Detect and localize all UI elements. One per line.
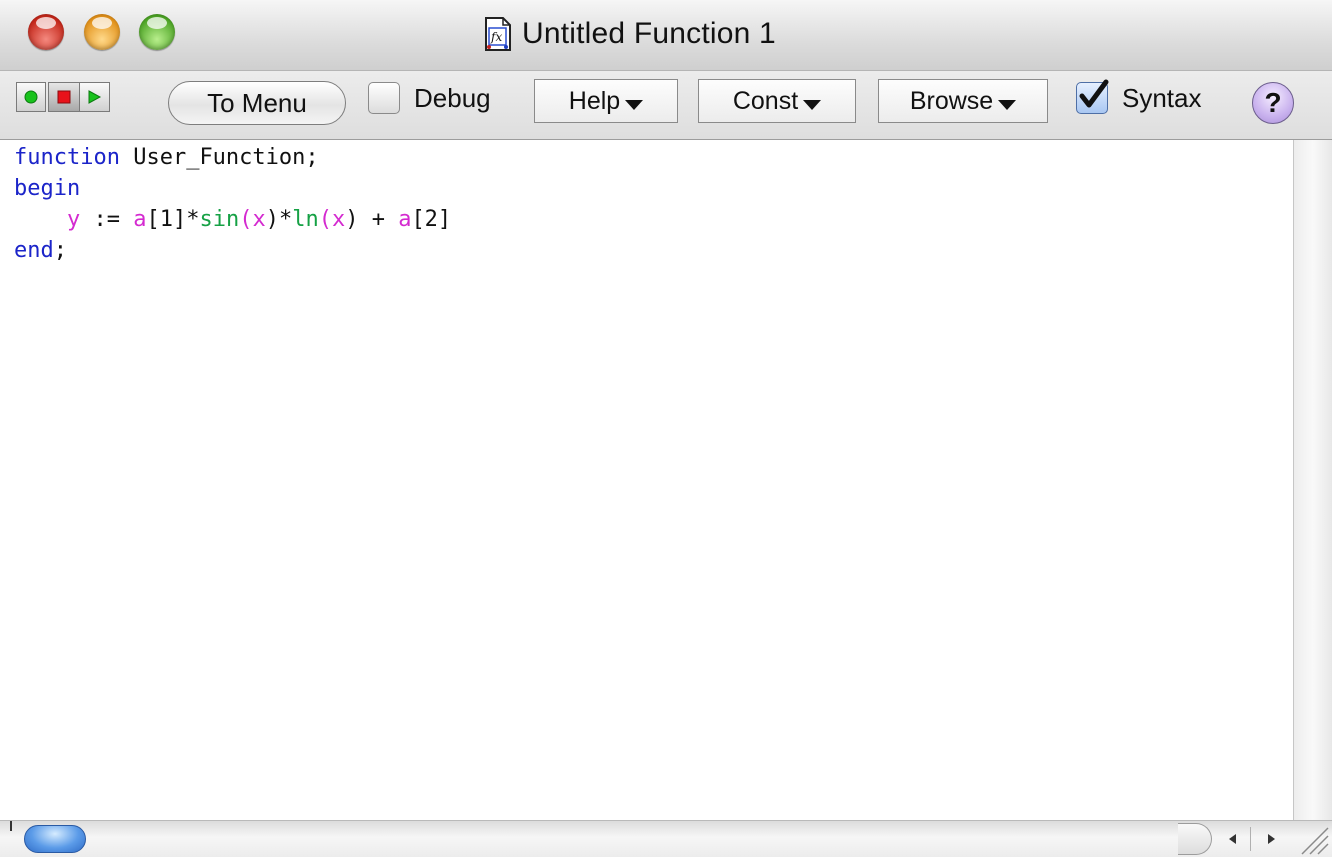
toolbar: To Menu Debug Help Const Browse Syntax ? <box>0 71 1332 140</box>
code-line-1: function User_Function; <box>14 142 319 173</box>
resize-grip-icon[interactable] <box>1296 822 1330 856</box>
scroll-track-end <box>1178 823 1212 855</box>
chevron-down-icon <box>803 100 822 110</box>
help-menu-label: Help <box>568 86 621 115</box>
svg-text:fx: fx <box>490 30 502 44</box>
red-stop-icon <box>57 90 71 104</box>
index-2: [2] <box>411 207 452 232</box>
function-editor-window: fx Untitled Function 1 To Menu Debug Hel… <box>0 0 1332 857</box>
to-menu-button[interactable]: To Menu <box>168 81 346 125</box>
scroll-thumb[interactable] <box>24 825 86 853</box>
stop-button[interactable] <box>49 83 79 111</box>
paren-close-plus: ) + <box>345 207 399 232</box>
index-1: [1]* <box>146 207 200 232</box>
chevron-down-icon <box>625 100 644 110</box>
keyword-begin: begin <box>14 176 81 201</box>
arrow-right-icon <box>1268 834 1275 844</box>
scroll-track-start <box>10 821 12 831</box>
semicolon: ; <box>53 238 67 263</box>
keyword-function: function <box>14 145 120 170</box>
scroll-left-button[interactable] <box>1218 825 1248 853</box>
var-x: x <box>252 207 266 232</box>
var-x: x <box>331 207 346 232</box>
assign-op: := <box>80 207 134 232</box>
help-question-button[interactable]: ? <box>1252 82 1294 124</box>
code-editor[interactable]: function User_Function; begin y := a[1]*… <box>0 140 1293 820</box>
close-window-button[interactable] <box>28 14 64 50</box>
function-document-icon: fx <box>485 17 511 51</box>
debug-label[interactable]: Debug <box>414 83 491 114</box>
code-line-2: begin <box>14 173 80 204</box>
debug-checkbox[interactable] <box>368 82 400 114</box>
title-bar[interactable]: fx Untitled Function 1 <box>0 0 1332 71</box>
browse-menu-label: Browse <box>909 86 994 115</box>
var-y: y <box>66 207 81 232</box>
builtin-ln: ln <box>292 207 319 232</box>
paren-close-mult: )* <box>265 207 293 232</box>
help-menu-button[interactable]: Help <box>534 79 678 123</box>
chevron-down-icon <box>998 100 1017 110</box>
minimize-window-button[interactable] <box>84 14 120 50</box>
checkmark-icon <box>1079 79 1109 108</box>
keyword-end: end <box>14 238 54 263</box>
paren-open: ( <box>239 207 253 232</box>
green-play-icon <box>88 90 102 104</box>
stop-button-group <box>48 82 110 112</box>
code-line-4: end; <box>14 235 67 266</box>
const-menu-label: Const <box>732 86 799 115</box>
scroll-arrow-divider <box>1250 827 1251 851</box>
browse-menu-button[interactable]: Browse <box>878 79 1048 123</box>
var-a: a <box>133 207 147 232</box>
run-green-button[interactable] <box>16 82 46 112</box>
green-dot-icon <box>24 90 38 104</box>
builtin-sin: sin <box>199 207 240 232</box>
play-button[interactable] <box>80 83 110 111</box>
horizontal-scrollbar[interactable] <box>0 820 1332 857</box>
code-line-3: y := a[1]*sin(x)*ln(x) + a[2] <box>14 204 451 235</box>
var-a: a <box>398 207 412 232</box>
vertical-scrollbar[interactable] <box>1293 140 1332 820</box>
window-title-group: fx Untitled Function 1 <box>484 14 776 54</box>
syntax-label[interactable]: Syntax <box>1122 83 1202 114</box>
scroll-right-button[interactable] <box>1256 825 1286 853</box>
zoom-window-button[interactable] <box>139 14 175 50</box>
function-name: User_Function; <box>119 145 319 170</box>
window-title: Untitled Function 1 <box>522 17 776 50</box>
paren-open: ( <box>318 207 332 232</box>
syntax-checkbox[interactable] <box>1076 79 1109 114</box>
const-menu-button[interactable]: Const <box>698 79 856 123</box>
arrow-left-icon <box>1229 834 1236 844</box>
